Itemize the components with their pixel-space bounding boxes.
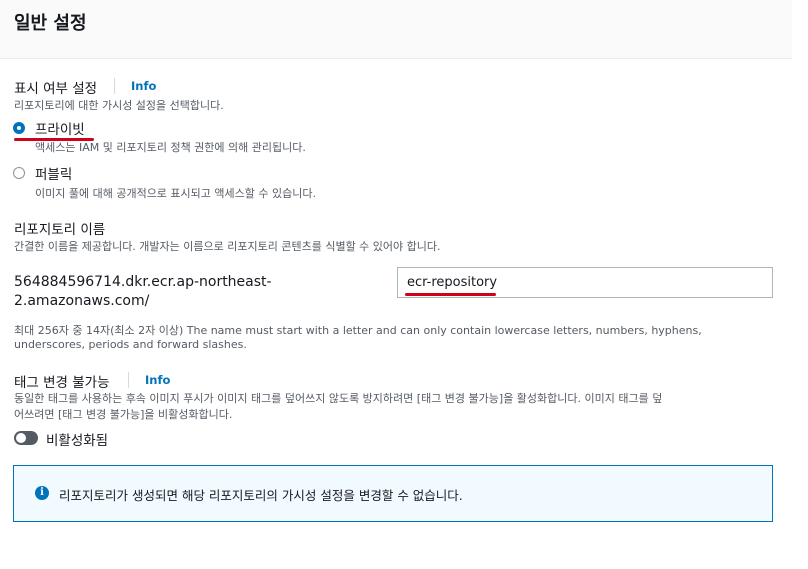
info-divider bbox=[128, 372, 129, 388]
repository-name-description: 간결한 이름을 제공합니다. 개발자는 이름으로 리포지토리 콘텐츠를 식별할 … bbox=[14, 240, 441, 253]
private-option-description: 액세스는 IAM 및 리포지토리 정책 권한에 의해 관리됩니다. bbox=[35, 141, 306, 154]
tag-immutability-info-link[interactable]: Info bbox=[145, 373, 170, 387]
repository-name-label: 리포지토리 이름 bbox=[14, 222, 106, 238]
toggle-state-label: 비활성화됨 bbox=[46, 433, 109, 449]
page-title: 일반 설정 bbox=[14, 13, 87, 34]
visibility-description: 리포지토리에 대한 가시성 설정을 선택합니다. bbox=[14, 99, 224, 112]
tag-immutability-toggle[interactable] bbox=[14, 431, 38, 445]
visibility-label: 표시 여부 설정 bbox=[14, 81, 98, 97]
visibility-info-link[interactable]: Info bbox=[131, 79, 156, 93]
public-option-label[interactable]: 퍼블릭 bbox=[35, 163, 72, 183]
radio-public[interactable] bbox=[13, 167, 25, 179]
toggle-knob bbox=[16, 433, 26, 443]
tag-immutability-label: 태그 변경 불가능 bbox=[14, 375, 110, 391]
public-option-description: 이미지 풀에 대해 공개적으로 표시되고 액세스할 수 있습니다. bbox=[35, 187, 316, 200]
tag-immutability-description-line2: 어쓰려면 [태그 변경 불가능]을 비활성화합니다. bbox=[14, 408, 233, 421]
repository-name-value: ecr-repository bbox=[407, 275, 498, 290]
name-constraint-line2: underscores, periods and forward slashes… bbox=[14, 338, 247, 351]
radio-private[interactable] bbox=[13, 122, 25, 134]
name-constraint-line1: 최대 256자 중 14자(최소 2자 이상) The name must st… bbox=[14, 324, 702, 337]
info-divider bbox=[114, 78, 115, 94]
annotation-underline bbox=[405, 293, 496, 296]
alert-text: 리포지토리가 생성되면 해당 리포지토리의 가시성 설정을 변경할 수 없습니다… bbox=[59, 488, 463, 503]
section-header: 일반 설정 bbox=[0, 0, 792, 59]
private-option-label[interactable]: 프라이빗 bbox=[35, 118, 85, 138]
uri-prefix-line2: 2.amazonaws.com/ bbox=[14, 293, 150, 309]
info-icon: i bbox=[35, 486, 49, 500]
tag-immutability-description-line1: 동일한 태그를 사용하는 후속 이미지 푸시가 이미지 태그를 덮어쓰지 않도록… bbox=[14, 392, 663, 405]
info-alert: i 리포지토리가 생성되면 해당 리포지토리의 가시성 설정을 변경할 수 없습… bbox=[13, 465, 773, 522]
